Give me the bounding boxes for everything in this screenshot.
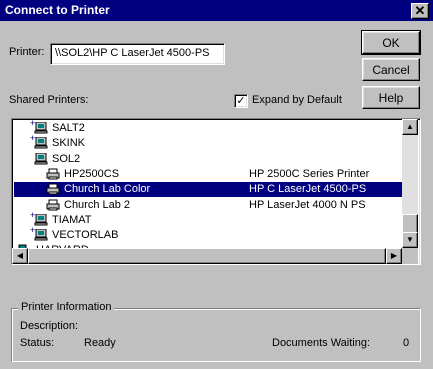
printer-information-title: Printer Information	[18, 301, 115, 313]
tree-item-tiamat[interactable]: + TIAMAT	[14, 210, 402, 228]
tree-item-description: HP 2500C Series Printer	[249, 167, 370, 180]
scrollbar-corner	[402, 248, 418, 264]
scroll-up-button[interactable]: ▲	[402, 119, 418, 135]
computer-icon	[34, 122, 48, 134]
vertical-scrollbar[interactable]: ▲ ▼	[402, 119, 418, 248]
window-title: Connect to Printer	[5, 3, 110, 17]
tree-item-name: SOL2	[52, 152, 81, 165]
scroll-right-button[interactable]: ▶	[386, 248, 402, 264]
tree-item-description: HP LaserJet 4000 N PS	[249, 198, 366, 211]
printer-icon	[46, 168, 60, 180]
tree-item-name: SALT2	[52, 122, 85, 134]
shared-printers-tree[interactable]: + SALT2 + SKINK SOL2 HP2500CS HP 2500C Series …	[11, 118, 421, 265]
tree-item-name: HP2500CS	[64, 167, 120, 180]
horizontal-scrollbar[interactable]: ◀ ▶	[12, 248, 402, 264]
tree-item-sol2[interactable]: SOL2	[14, 152, 402, 167]
tree-item-hp2500cs[interactable]: HP2500CS HP 2500C Series Printer	[14, 167, 402, 182]
tree-item-salt2[interactable]: + SALT2	[14, 119, 402, 136]
printer-label: Printer:	[9, 46, 45, 58]
printer-icon	[46, 183, 60, 195]
status-label: Status:	[20, 337, 55, 349]
tree-item-description: HP C LaserJet 4500-PS	[249, 183, 367, 196]
tree-item-vectorlab[interactable]: + VECTORLAB	[14, 225, 402, 243]
ok-button[interactable]: OK	[361, 30, 421, 55]
tree-item-name: TIAMAT	[52, 213, 92, 226]
scroll-down-button[interactable]: ▼	[402, 232, 418, 248]
horizontal-scroll-thumb[interactable]	[28, 248, 386, 264]
expand-by-default-checkbox[interactable]: ✓	[234, 94, 248, 108]
computer-icon	[34, 229, 48, 241]
tree-item-name: SKINK	[52, 137, 86, 150]
scroll-left-button[interactable]: ◀	[12, 248, 28, 264]
computer-icon	[34, 152, 48, 165]
expand-by-default-label[interactable]: Expand by Default	[252, 94, 342, 106]
tree-item-skink[interactable]: + SKINK	[14, 133, 402, 151]
tree-item-name: Church Lab Color	[64, 183, 151, 196]
printer-path-field[interactable]: \\SOL2\HP C LaserJet 4500-PS	[50, 43, 225, 65]
tree-item-name: VECTORLAB	[52, 229, 119, 242]
close-icon: ✕	[414, 3, 426, 18]
printer-icon	[46, 199, 60, 210]
printer-information-group	[11, 308, 421, 362]
printer-path-value: \\SOL2\HP C LaserJet 4500-PS	[55, 47, 210, 59]
description-label: Description:	[20, 320, 79, 332]
tree-item-church-lab-color[interactable]: Church Lab Color HP C LaserJet 4500-PS	[14, 182, 402, 198]
documents-waiting-value: 0	[403, 337, 410, 349]
computer-icon	[34, 213, 48, 226]
close-button[interactable]: ✕	[411, 3, 429, 19]
title-bar: Connect to Printer ✕	[0, 0, 433, 21]
cancel-button[interactable]: Cancel	[362, 58, 420, 81]
computer-icon	[34, 137, 48, 149]
status-value: Ready	[84, 337, 116, 349]
documents-waiting-label: Documents Waiting:	[272, 337, 371, 349]
check-icon: ✓	[236, 95, 246, 107]
vertical-scroll-thumb[interactable]	[402, 214, 418, 234]
tree-item-church-lab-2[interactable]: Church Lab 2 HP LaserJet 4000 N PS	[14, 198, 402, 213]
help-button[interactable]: Help	[362, 86, 420, 109]
shared-printers-label: Shared Printers:	[9, 94, 89, 106]
tree-item-name: Church Lab 2	[64, 198, 131, 211]
